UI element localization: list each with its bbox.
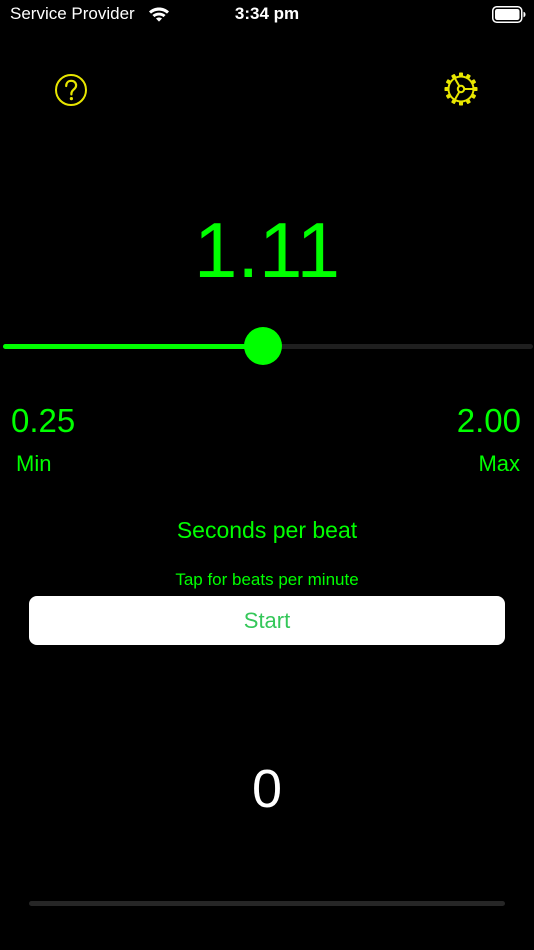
max-label: Max [478, 451, 520, 476]
battery-full-icon [492, 6, 526, 23]
beat-counter: 0 [251, 759, 283, 819]
interval-slider[interactable] [0, 325, 534, 367]
max-value: 2.00 [456, 402, 521, 439]
slider-fill [3, 344, 263, 349]
units-label: Seconds per beat [176, 517, 358, 543]
start-button[interactable]: Start [29, 596, 505, 645]
slider-thumb[interactable] [244, 327, 282, 365]
min-label: Min [16, 451, 52, 476]
question-circle-icon [55, 74, 87, 106]
beat-progress-bar [29, 901, 505, 906]
help-button[interactable] [54, 73, 88, 107]
status-time: 3:34 pm [234, 4, 300, 23]
gear-icon [444, 72, 478, 106]
min-value: 0.25 [11, 402, 76, 439]
beat-interval-value: 1.11 [193, 206, 341, 294]
settings-button[interactable] [443, 71, 479, 107]
tap-for-bpm-button[interactable]: Tap for beats per minute [0, 570, 534, 590]
